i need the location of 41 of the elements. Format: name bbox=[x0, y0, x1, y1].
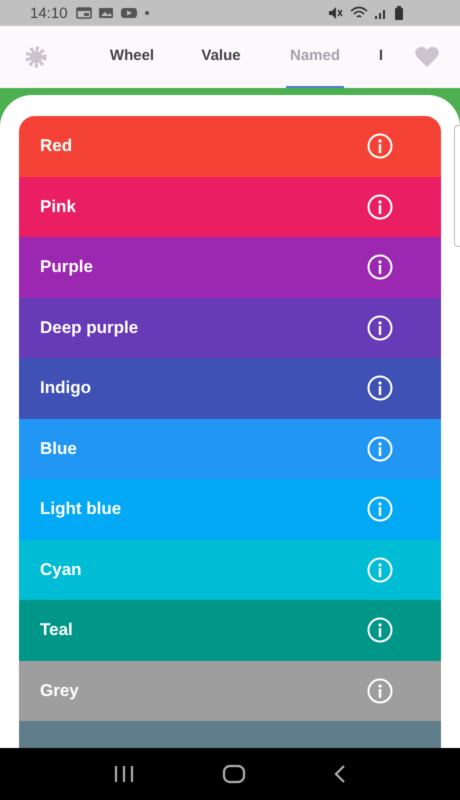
mute-icon bbox=[328, 6, 344, 20]
back-icon[interactable] bbox=[332, 764, 347, 784]
color-name: Cyan bbox=[40, 560, 82, 580]
color-row[interactable]: Pink bbox=[19, 176, 441, 237]
color-name: Light blue bbox=[40, 499, 122, 520]
color-name: Indigo bbox=[40, 378, 91, 398]
info-icon[interactable] bbox=[367, 194, 393, 220]
calendar-icon bbox=[76, 7, 92, 19]
color-row[interactable]: Deep purple bbox=[19, 298, 441, 358]
play-icon bbox=[120, 7, 138, 19]
info-icon[interactable] bbox=[367, 254, 393, 280]
info-icon[interactable] bbox=[367, 133, 393, 160]
color-row[interactable]: Red bbox=[19, 116, 441, 176]
image-icon bbox=[98, 7, 114, 19]
tab[interactable]: Value bbox=[184, 26, 258, 88]
color-name: Red bbox=[40, 136, 72, 156]
color-name: Teal bbox=[40, 620, 73, 640]
tab[interactable]: I bbox=[374, 26, 386, 88]
color-row[interactable]: Light blue bbox=[19, 479, 441, 540]
recent-apps-icon[interactable] bbox=[113, 765, 136, 783]
wifi-icon bbox=[350, 6, 368, 20]
color-row[interactable]: Grey bbox=[19, 660, 441, 721]
color-row[interactable]: Indigo bbox=[19, 358, 441, 418]
dot-icon bbox=[144, 10, 150, 16]
color-name: Blue bbox=[40, 438, 77, 459]
color-row[interactable]: Purple bbox=[19, 237, 441, 298]
tab[interactable]: Wheel bbox=[92, 26, 172, 88]
info-icon[interactable] bbox=[367, 617, 393, 644]
info-icon[interactable] bbox=[367, 314, 393, 341]
color-row[interactable]: Teal bbox=[19, 600, 441, 660]
color-name: Deep purple bbox=[40, 318, 138, 338]
info-icon[interactable] bbox=[367, 375, 393, 402]
color-row[interactable]: Blue bbox=[19, 418, 441, 479]
color-name: Pink bbox=[40, 196, 76, 217]
color-name: Purple bbox=[40, 257, 93, 278]
info-icon[interactable] bbox=[367, 436, 393, 462]
battery-icon bbox=[394, 6, 404, 20]
color-row[interactable]: Cyan bbox=[19, 540, 441, 600]
color-name: Grey bbox=[40, 680, 79, 701]
home-icon[interactable] bbox=[222, 764, 246, 784]
status-time: 14:10 bbox=[30, 4, 68, 22]
